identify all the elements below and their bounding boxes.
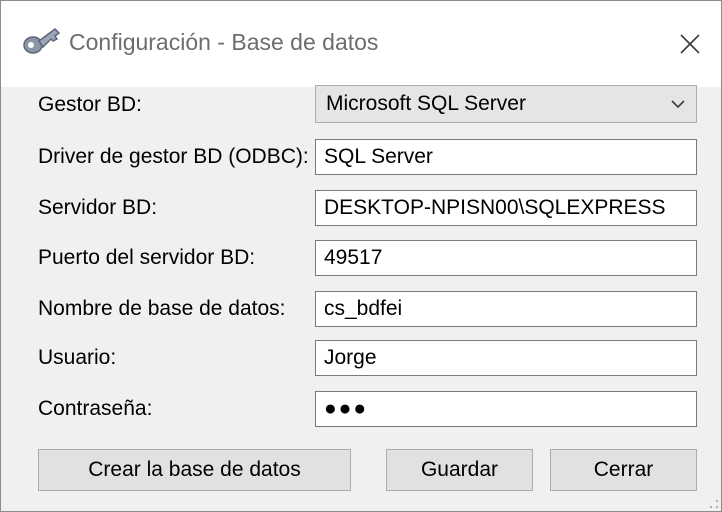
resize-grip-icon[interactable] (707, 497, 719, 509)
puerto-label: Puerto del servidor BD: (38, 246, 256, 269)
config-dialog: Configuración - Base de datos Gestor BD:… (0, 0, 722, 512)
password-mask: ●●● (324, 397, 369, 420)
guardar-button[interactable]: Guardar (386, 449, 533, 491)
driver-label: Driver de gestor BD (ODBC): (38, 145, 309, 168)
puerto-field[interactable] (315, 240, 697, 276)
close-icon[interactable] (661, 15, 717, 71)
gestor-select[interactable]: Microsoft SQL Server (315, 85, 697, 123)
nombre-label: Nombre de base de datos: (38, 297, 286, 320)
usuario-label: Usuario: (38, 346, 117, 369)
crear-base-button[interactable]: Crear la base de datos (38, 449, 351, 491)
contrasena-field[interactable]: ●●● (315, 391, 697, 427)
window-title: Configuración - Base de datos (69, 29, 379, 55)
gestor-label: Gestor BD: (38, 93, 142, 116)
servidor-label: Servidor BD: (38, 196, 158, 219)
servidor-field[interactable] (315, 190, 697, 226)
gestor-selected-value: Microsoft SQL Server (326, 92, 526, 115)
cerrar-button[interactable]: Cerrar (550, 449, 697, 491)
nombre-field[interactable] (315, 291, 697, 327)
usuario-field[interactable] (315, 340, 697, 376)
app-key-icon (23, 28, 61, 54)
title-bar: Configuración - Base de datos (1, 1, 721, 87)
contrasena-label: Contraseña: (38, 397, 153, 420)
driver-field[interactable] (315, 139, 697, 175)
chevron-down-icon (671, 100, 685, 109)
